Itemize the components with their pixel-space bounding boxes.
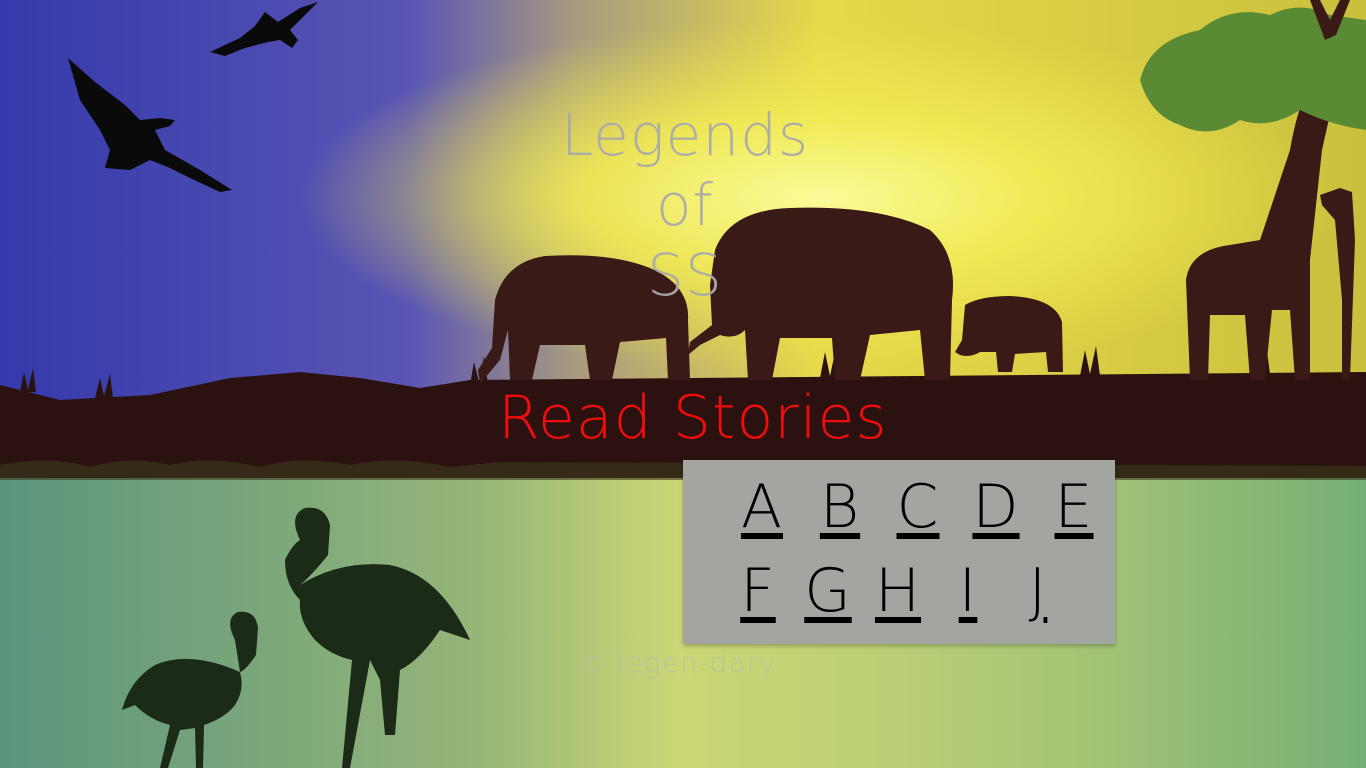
letter-link-a[interactable]: A [723,472,801,542]
letter-link-b[interactable]: B [801,472,879,542]
title-line-2: of [656,171,714,239]
letter-link-i[interactable]: I [933,556,1003,626]
letter-row-2: F G H I J [723,556,1073,626]
copyright-text: © legen-dary [578,646,777,679]
letter-link-f[interactable]: F [723,556,793,626]
letter-index-panel: A B C D E F G H I J [683,460,1115,644]
letter-link-d[interactable]: D [957,472,1035,542]
read-stories-heading: Read Stories [498,383,888,453]
letter-link-c[interactable]: C [879,472,957,542]
letter-row-1: A B C D E [723,472,1113,542]
title-line-3: SS [647,241,723,309]
app-title: Legends of SS [540,100,830,310]
title-line-1: Legends [560,101,810,169]
letter-link-g[interactable]: G [793,556,863,626]
letter-link-e[interactable]: E [1035,472,1113,542]
letter-link-h[interactable]: H [863,556,933,626]
letter-link-j[interactable]: J [1003,556,1073,626]
